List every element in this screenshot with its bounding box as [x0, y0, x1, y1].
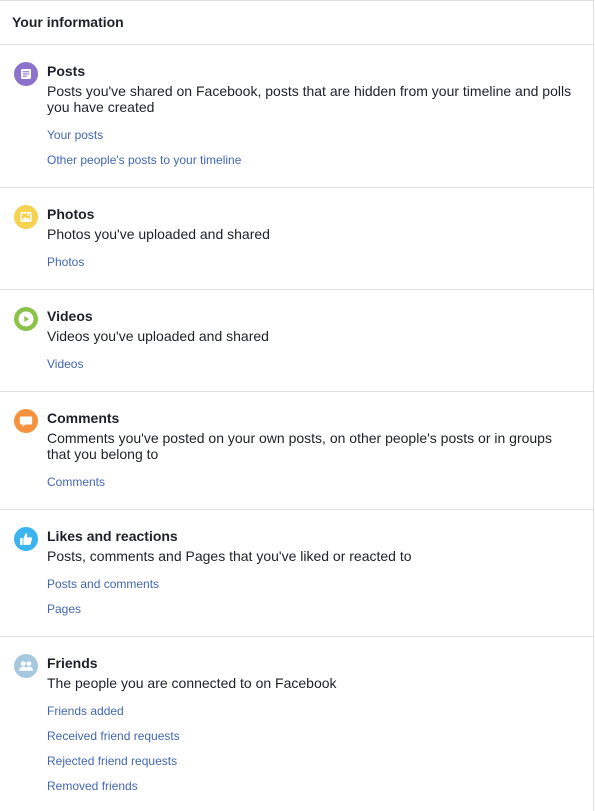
link-photos[interactable]: Photos: [47, 255, 573, 270]
friends-icon: [14, 654, 38, 678]
section-comments: Comments Comments you've posted on your …: [0, 392, 593, 510]
videos-icon: [14, 307, 38, 331]
section-description: Posts you've shared on Facebook, posts t…: [47, 83, 572, 115]
panel-header: Your information: [0, 1, 593, 45]
section-title: Likes and reactions: [47, 528, 178, 544]
posts-icon: [14, 62, 38, 86]
panel-title: Your information: [12, 14, 124, 30]
link-pages[interactable]: Pages: [47, 602, 573, 617]
photos-icon: [14, 205, 38, 229]
link-other-peoples-posts[interactable]: Other people's posts to your timeline: [47, 153, 573, 168]
section-videos: Videos Videos you've uploaded and shared…: [0, 290, 593, 392]
section-friends: Friends The people you are connected to …: [0, 637, 593, 811]
section-posts: Posts Posts you've shared on Facebook, p…: [0, 45, 593, 188]
section-likes-and-reactions: Likes and reactions Posts, comments and …: [0, 510, 593, 637]
link-rejected-friend-requests[interactable]: Rejected friend requests: [47, 754, 573, 769]
section-title: Comments: [47, 410, 120, 426]
link-posts-and-comments[interactable]: Posts and comments: [47, 577, 573, 592]
section-description: The people you are connected to on Faceb…: [47, 675, 337, 691]
section-title: Posts: [47, 63, 86, 79]
link-received-friend-requests[interactable]: Received friend requests: [47, 729, 573, 744]
section-description: Videos you've uploaded and shared: [47, 328, 269, 344]
section-description: Comments you've posted on your own posts…: [47, 430, 552, 462]
likes-icon: [14, 527, 38, 551]
link-friends-added[interactable]: Friends added: [47, 704, 573, 719]
section-title: Friends: [47, 655, 98, 671]
section-description: Posts, comments and Pages that you've li…: [47, 548, 412, 564]
section-description: Photos you've uploaded and shared: [47, 226, 270, 242]
comments-icon: [14, 409, 38, 433]
section-title: Videos: [47, 308, 93, 324]
link-your-posts[interactable]: Your posts: [47, 128, 573, 143]
link-removed-friends[interactable]: Removed friends: [47, 779, 573, 794]
link-comments[interactable]: Comments: [47, 475, 573, 490]
section-title: Photos: [47, 206, 95, 222]
your-information-panel: Your information Posts Posts you've shar…: [0, 0, 594, 811]
section-photos: Photos Photos you've uploaded and shared…: [0, 188, 593, 290]
link-videos[interactable]: Videos: [47, 357, 573, 372]
